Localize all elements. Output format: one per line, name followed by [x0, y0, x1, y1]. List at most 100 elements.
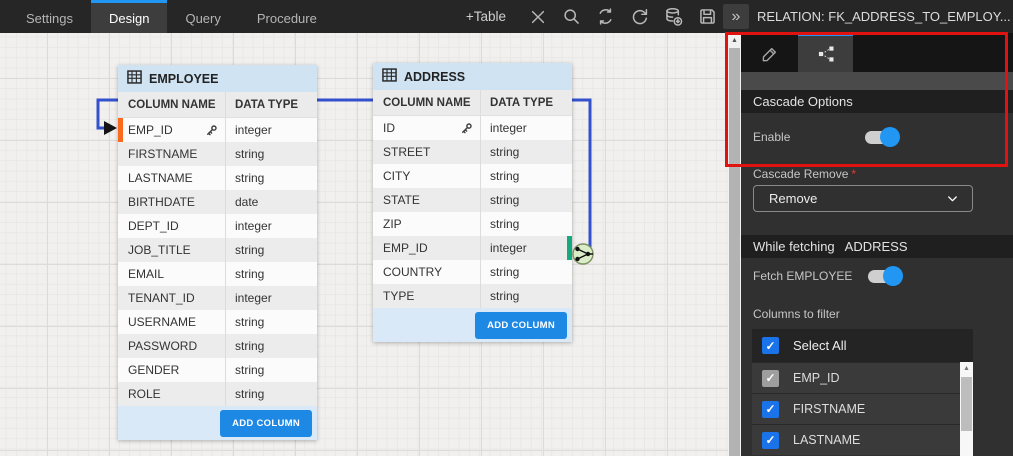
- data-type-header: DATA TYPE: [225, 92, 317, 117]
- column-checkbox[interactable]: [762, 370, 779, 387]
- relation-tab[interactable]: [798, 33, 853, 72]
- column-type: string: [225, 334, 317, 358]
- close-icon[interactable]: [527, 6, 548, 27]
- table-row[interactable]: ROLE string: [118, 382, 317, 406]
- required-asterisk: *: [851, 167, 856, 181]
- while-fetching-table-name: ADDRESS: [845, 239, 908, 254]
- table-footer: ADD COLUMN: [118, 406, 317, 440]
- table-row[interactable]: STREET string: [373, 140, 572, 164]
- table-row[interactable]: DEPT_ID integer: [118, 214, 317, 238]
- table-row[interactable]: USERNAME string: [118, 310, 317, 334]
- table-row[interactable]: GENDER string: [118, 358, 317, 382]
- schema-canvas[interactable]: EMPLOYEE COLUMN NAME DATA TYPE EMP_ID: [0, 33, 728, 456]
- collapse-panel-icon[interactable]: »: [723, 4, 749, 29]
- relation-line[interactable]: [0, 33, 728, 456]
- table-row[interactable]: STATE string: [373, 188, 572, 212]
- edit-pencil-tab[interactable]: [741, 33, 798, 72]
- table-rows: ID integer STREET: [373, 116, 572, 308]
- cascade-remove-select[interactable]: Remove: [753, 185, 973, 212]
- panel-scrollbar[interactable]: ▲: [728, 33, 741, 456]
- column-type: integer: [225, 286, 317, 310]
- table-row[interactable]: BIRTHDATE date: [118, 190, 317, 214]
- column-name: STREET: [383, 145, 430, 159]
- column-type: string: [225, 358, 317, 382]
- select-all-checkbox[interactable]: [762, 337, 779, 354]
- tab-settings[interactable]: Settings: [8, 0, 91, 33]
- add-column-button[interactable]: ADD COLUMN: [220, 410, 312, 437]
- tab-query[interactable]: Query: [167, 0, 238, 33]
- table-row[interactable]: TYPE string: [373, 284, 572, 308]
- tab-procedure[interactable]: Procedure: [239, 0, 335, 33]
- filter-column-row[interactable]: LASTNAME: [752, 424, 973, 455]
- table-row[interactable]: ID integer: [373, 116, 572, 140]
- column-checkbox[interactable]: [762, 401, 779, 418]
- column-name: JOB_TITLE: [128, 243, 191, 257]
- column-name: LASTNAME: [128, 171, 193, 185]
- search-icon[interactable]: [561, 6, 582, 27]
- chevron-down-icon: [945, 191, 960, 206]
- while-fetching-header: While fetching ADDRESS: [741, 235, 1013, 258]
- key-icon: [460, 122, 473, 135]
- select-all-row[interactable]: Select All: [752, 329, 973, 362]
- column-checkbox[interactable]: [762, 432, 779, 449]
- table-name: ADDRESS: [404, 70, 465, 84]
- column-type: string: [225, 166, 317, 190]
- column-name: USERNAME: [128, 315, 196, 329]
- table-rows: EMP_ID integer FIRSTNAME: [118, 118, 317, 406]
- fetch-employee-toggle[interactable]: [868, 270, 900, 283]
- column-type: integer: [225, 214, 317, 238]
- table-row[interactable]: CITY string: [373, 164, 572, 188]
- table-row[interactable]: EMP_ID integer: [373, 236, 572, 260]
- key-icon: [205, 124, 218, 137]
- database-export-icon[interactable]: [663, 6, 684, 27]
- add-table-button[interactable]: +Table: [466, 9, 506, 24]
- table-row[interactable]: EMAIL string: [118, 262, 317, 286]
- table-row[interactable]: EMP_ID integer: [118, 118, 317, 142]
- cascade-remove-label-row: Cascade Remove*: [753, 167, 865, 181]
- column-name: EMP_ID: [383, 241, 428, 255]
- entity-table-address[interactable]: ADDRESS COLUMN NAME DATA TYPE ID: [373, 63, 572, 342]
- column-name: COUNTRY: [383, 265, 442, 279]
- filter-column-label: LASTNAME: [793, 433, 860, 447]
- cascade-remove-value: Remove: [769, 191, 817, 206]
- panel-tab-bar: [741, 33, 1013, 72]
- columns-to-filter-label: Columns to filter: [753, 307, 865, 321]
- table-row[interactable]: FIRSTNAME string: [118, 142, 317, 166]
- enable-toggle[interactable]: [865, 131, 897, 144]
- save-icon[interactable]: [697, 6, 718, 27]
- relation-arrow-icon: [104, 121, 117, 135]
- scroll-up-icon[interactable]: ▲: [960, 362, 973, 375]
- table-row[interactable]: PASSWORD string: [118, 334, 317, 358]
- column-name: ROLE: [128, 387, 161, 401]
- filter-column-row[interactable]: FIRSTNAME: [752, 393, 973, 424]
- table-row[interactable]: ZIP string: [373, 212, 572, 236]
- panel-divider-band: [741, 72, 1013, 90]
- table-row[interactable]: LASTNAME string: [118, 166, 317, 190]
- table-name: EMPLOYEE: [149, 72, 218, 86]
- filter-list-scrollbar[interactable]: ▲: [960, 362, 973, 456]
- fetch-row: Fetch EMPLOYEE: [753, 269, 900, 283]
- sync-icon[interactable]: [595, 6, 616, 27]
- scroll-up-icon[interactable]: ▲: [728, 33, 741, 47]
- table-grid-icon: [127, 70, 142, 87]
- fetch-employee-label: Fetch EMPLOYEE: [753, 269, 865, 283]
- tab-design[interactable]: Design: [91, 0, 167, 33]
- column-type: string: [225, 382, 317, 406]
- add-column-button[interactable]: ADD COLUMN: [475, 312, 567, 339]
- table-row[interactable]: JOB_TITLE string: [118, 238, 317, 262]
- column-type: string: [225, 142, 317, 166]
- crows-foot-node-icon[interactable]: [570, 241, 596, 272]
- filter-column-row[interactable]: EMP_ID: [752, 362, 973, 393]
- column-name-header: COLUMN NAME: [373, 90, 480, 115]
- entity-table-employee[interactable]: EMPLOYEE COLUMN NAME DATA TYPE EMP_ID: [118, 65, 317, 440]
- toggle-knob: [883, 266, 903, 286]
- table-title-bar[interactable]: EMPLOYEE: [118, 65, 317, 92]
- table-row[interactable]: COUNTRY string: [373, 260, 572, 284]
- column-type: string: [480, 260, 572, 284]
- table-title-bar[interactable]: ADDRESS: [373, 63, 572, 90]
- scrollbar-thumb[interactable]: [729, 48, 740, 456]
- table-grid-icon: [382, 68, 397, 85]
- redo-icon[interactable]: [629, 6, 650, 27]
- scrollbar-thumb[interactable]: [961, 377, 972, 431]
- table-row[interactable]: TENANT_ID integer: [118, 286, 317, 310]
